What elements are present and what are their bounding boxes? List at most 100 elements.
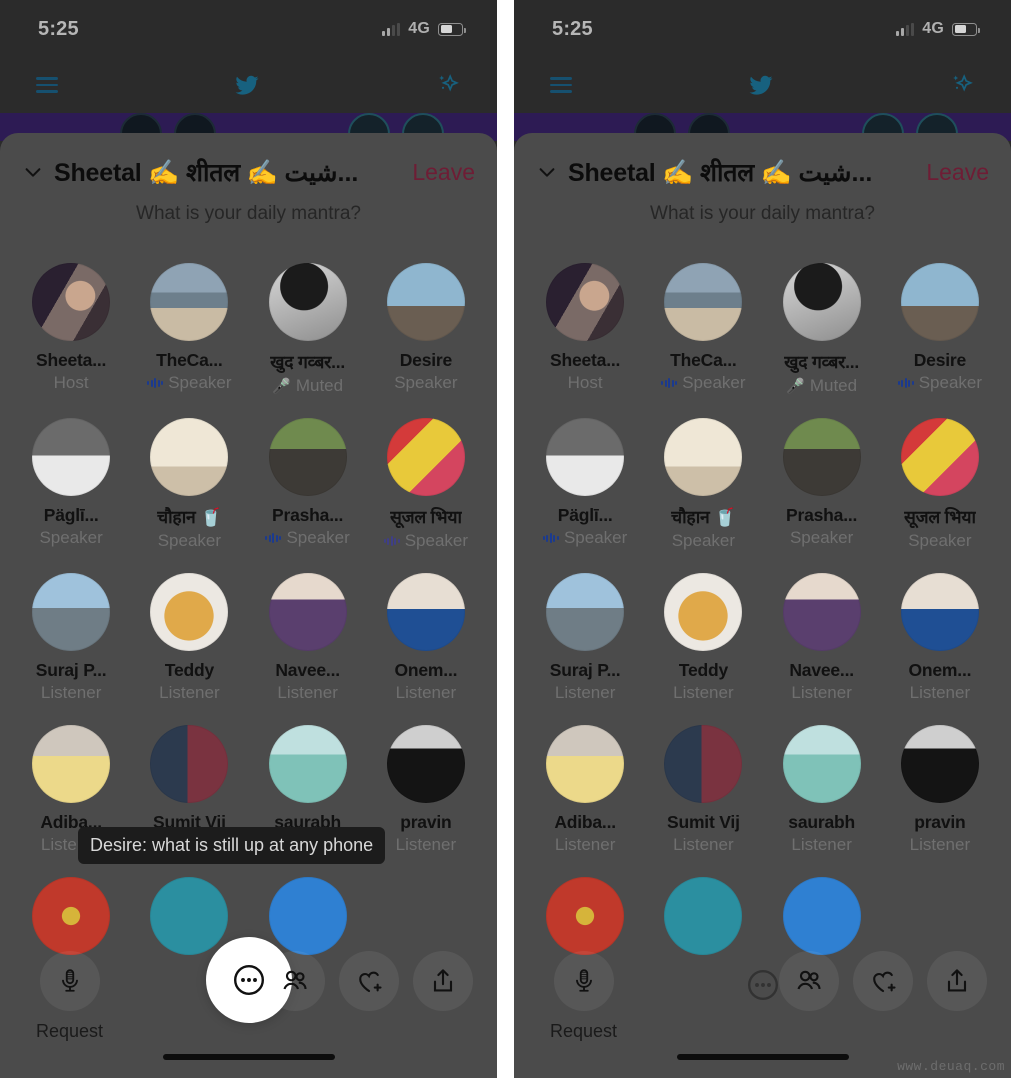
participant-cell[interactable]: Päglī... Speaker xyxy=(12,418,130,551)
participant-cell[interactable]: Päglī... Speaker xyxy=(526,418,644,551)
role-label: Listener xyxy=(159,683,220,702)
participant-cell[interactable]: Teddy Listener xyxy=(130,573,248,703)
participant-cell[interactable]: Suraj P... Listener xyxy=(526,573,644,703)
participant-cell[interactable]: saurabh Listener xyxy=(763,725,881,855)
participant-cell[interactable]: TheCa... Speaker xyxy=(130,263,248,396)
participant-cell[interactable]: Teddy Listener xyxy=(644,573,762,703)
status-indicators: 4G xyxy=(896,20,980,38)
toolbar-actions-right xyxy=(779,951,987,1011)
role-label: Listener xyxy=(277,683,338,702)
avatar xyxy=(268,573,347,651)
participant-cell[interactable]: खुद गव्बर... 🎤 Muted xyxy=(249,263,367,396)
avatar xyxy=(32,573,111,651)
participant-name: Suraj P... xyxy=(549,660,621,680)
status-time: 5:25 xyxy=(552,17,593,40)
sparkles-icon[interactable] xyxy=(949,72,975,98)
participant-cell[interactable]: खुद गव्बर... 🎤 Muted xyxy=(763,263,881,396)
role-label: Listener xyxy=(791,835,852,854)
participant-cell[interactable]: Sumit Vij Listener xyxy=(644,725,762,855)
twitter-bird-icon xyxy=(749,75,772,95)
participant-role: Listener xyxy=(396,683,456,703)
participant-cell[interactable]: Desire Speaker xyxy=(881,263,999,396)
role-label: Listener xyxy=(673,835,734,854)
people-icon[interactable] xyxy=(265,951,325,1011)
role-label: Speaker xyxy=(563,528,628,547)
request-label: Request xyxy=(36,1021,104,1041)
avatar xyxy=(32,725,111,803)
phone-screen-right: 5:25 4G Sheetal ✍️ शीतल ✍️ شيت... Leave … xyxy=(514,0,1011,1078)
app-bar-right xyxy=(514,58,1011,112)
speaking-waveform-icon xyxy=(542,533,559,543)
participant-cell[interactable]: सूजल भिया Speaker xyxy=(881,418,999,551)
participant-cell[interactable]: चौहान 🥤 Speaker xyxy=(644,418,762,551)
participant-cell[interactable]: Sheeta... Host xyxy=(12,263,130,396)
avatar xyxy=(664,418,743,496)
avatar xyxy=(150,725,229,803)
muted-mic-icon: 🎤 xyxy=(272,377,291,395)
participant-name: Päglī... xyxy=(43,505,99,525)
participant-name: Navee... xyxy=(789,660,854,680)
request-to-speak[interactable]: Request xyxy=(550,951,617,1042)
participant-name: Desire xyxy=(399,350,453,370)
request-to-speak[interactable]: Request xyxy=(36,951,103,1042)
share-up-icon[interactable] xyxy=(413,951,473,1011)
avatar xyxy=(32,263,111,341)
participant-name: Navee... xyxy=(275,660,340,680)
participant-name: Onem... xyxy=(394,660,458,680)
role-label: Speaker xyxy=(908,531,972,550)
participant-role: Speaker xyxy=(790,528,853,548)
participant-role: Listener xyxy=(791,683,851,703)
participant-cell[interactable]: Desire Speaker xyxy=(367,263,485,396)
avatar xyxy=(900,418,979,496)
participant-role: Speaker xyxy=(147,373,232,393)
sheet-header-left: Sheetal ✍️ शीतल ✍️ شيت... Leave xyxy=(0,133,497,189)
participant-cell[interactable]: Adiba... Listener xyxy=(526,725,644,855)
participant-cell[interactable]: Suraj P... Listener xyxy=(12,573,130,703)
bottom-toolbar-right: Request xyxy=(514,933,1011,1078)
avatar xyxy=(900,573,979,651)
avatar xyxy=(150,418,229,496)
status-indicators: 4G xyxy=(382,20,466,38)
participant-cell[interactable]: सूजल भिया Speaker xyxy=(367,418,485,551)
hamburger-icon[interactable] xyxy=(550,77,572,93)
participant-name: pravin xyxy=(400,812,452,832)
participant-cell[interactable]: Prasha... Speaker xyxy=(763,418,881,551)
participant-cell[interactable]: Navee... Listener xyxy=(249,573,367,703)
sheet-title-group[interactable]: Sheetal ✍️ शीतल ✍️ شيت... xyxy=(22,155,358,189)
participant-role: Speaker xyxy=(39,528,102,548)
role-label: Speaker xyxy=(39,528,103,547)
participant-cell[interactable]: TheCa... Speaker xyxy=(644,263,762,396)
heart-plus-icon[interactable] xyxy=(339,951,399,1011)
participant-cell[interactable]: pravin Listener xyxy=(881,725,999,855)
participant-name: Onem... xyxy=(908,660,972,680)
avatar xyxy=(150,263,229,341)
participant-cell[interactable]: Navee... Listener xyxy=(763,573,881,703)
participant-cell[interactable]: चौहान 🥤 Speaker xyxy=(130,418,248,551)
sparkles-icon[interactable] xyxy=(435,72,461,98)
leave-button[interactable]: Leave xyxy=(402,159,475,186)
people-icon[interactable] xyxy=(779,951,839,1011)
participant-cell[interactable]: Sheeta... Host xyxy=(526,263,644,396)
heart-plus-icon[interactable] xyxy=(853,951,913,1011)
avatar xyxy=(546,418,625,496)
microphone-icon[interactable] xyxy=(553,951,614,1011)
participant-name: Prasha... xyxy=(786,505,858,525)
leave-button[interactable]: Leave xyxy=(916,159,989,186)
share-up-icon[interactable] xyxy=(927,951,987,1011)
space-subtitle: What is your daily mantra? xyxy=(650,203,875,224)
role-label: Listener xyxy=(673,683,734,702)
participant-cell[interactable]: Onem... Listener xyxy=(881,573,999,703)
role-label: Speaker xyxy=(789,528,854,547)
speaking-waveform-icon xyxy=(265,533,282,543)
participant-name: Teddy xyxy=(164,660,214,680)
microphone-icon[interactable] xyxy=(39,951,100,1011)
app-bar-left xyxy=(0,58,497,112)
chevron-down-icon[interactable] xyxy=(22,161,44,183)
participant-role: Listener xyxy=(910,835,970,855)
participant-cell[interactable]: Onem... Listener xyxy=(367,573,485,703)
hamburger-icon[interactable] xyxy=(36,77,58,93)
participant-cell[interactable]: Prasha... Speaker xyxy=(249,418,367,551)
network-label: 4G xyxy=(922,20,944,37)
sheet-title-group[interactable]: Sheetal ✍️ शीतल ✍️ شيت... xyxy=(536,155,872,189)
chevron-down-icon[interactable] xyxy=(536,161,558,183)
